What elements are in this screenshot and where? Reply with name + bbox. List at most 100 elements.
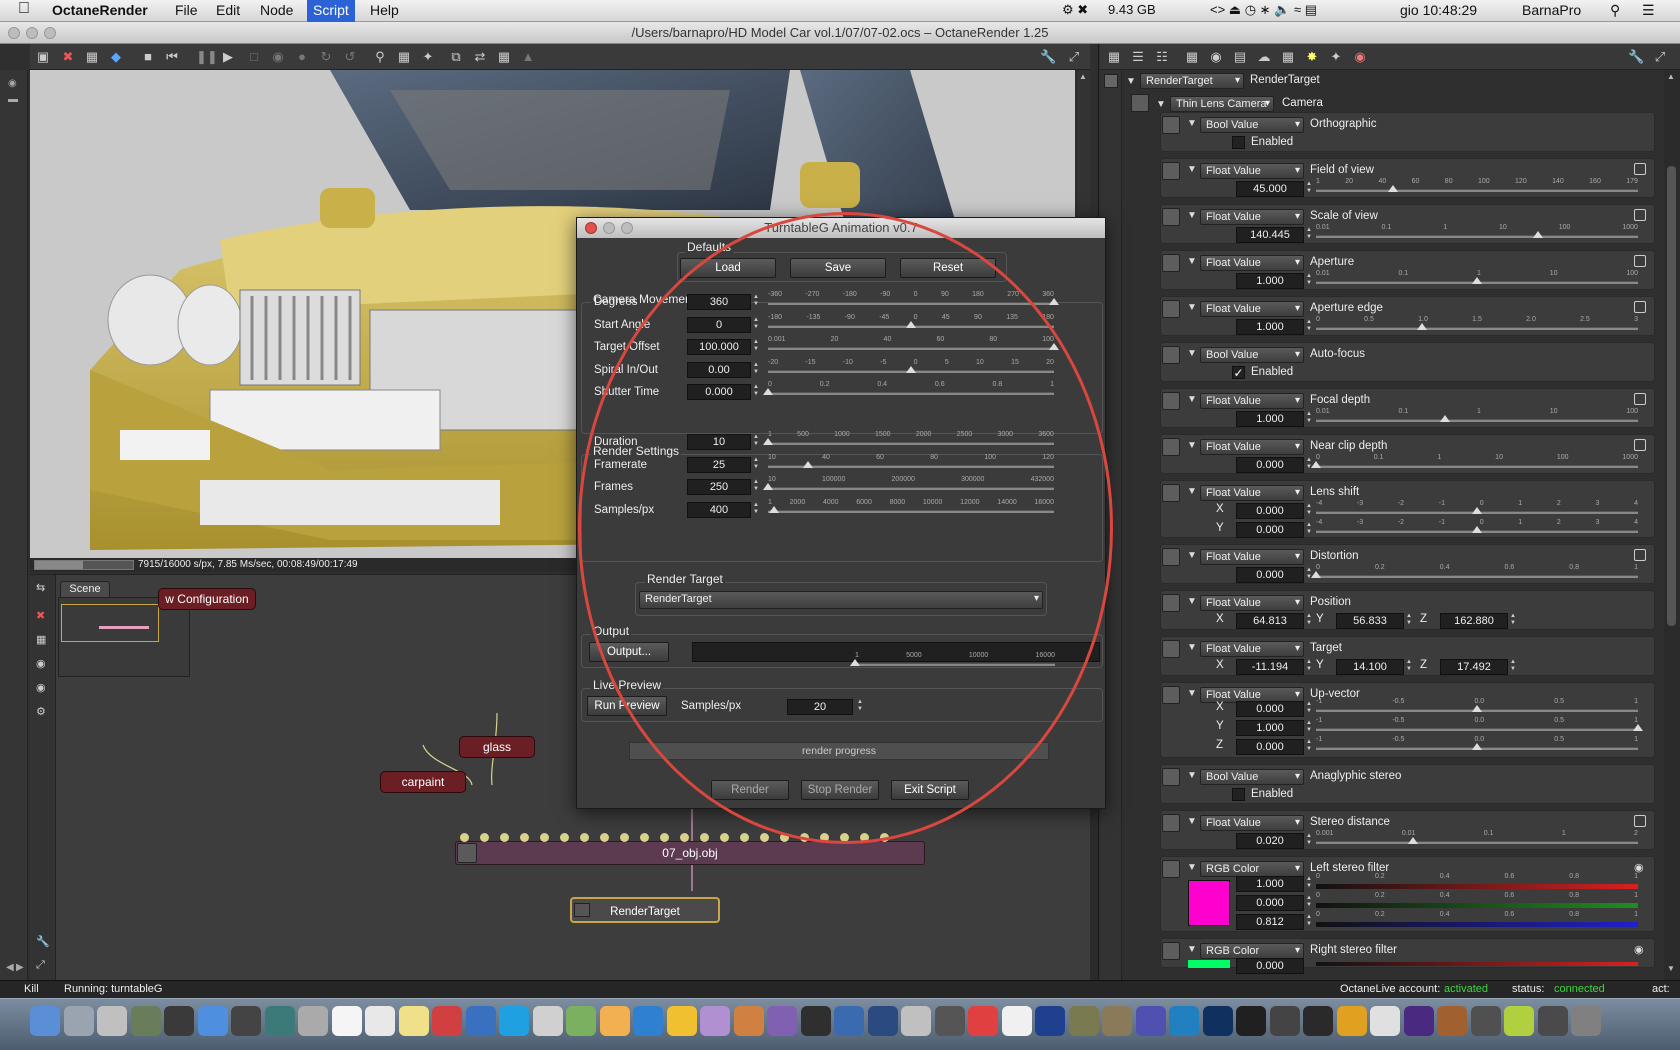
menu-file[interactable]: File: [175, 2, 198, 18]
copy-icon[interactable]: ⧉: [448, 49, 464, 65]
dock-app-icon[interactable]: [767, 1006, 797, 1036]
dock-app-icon[interactable]: [264, 1006, 295, 1036]
expand-param-icon[interactable]: ▼: [1187, 210, 1197, 221]
output-button[interactable]: Output...: [589, 642, 669, 662]
param-value-field[interactable]: 45.000: [1236, 181, 1304, 197]
mesh-pin[interactable]: [820, 833, 829, 842]
mesh-pin[interactable]: [780, 833, 789, 842]
param-spinner[interactable]: ▲ ▼: [1306, 503, 1314, 519]
camera-tool-icon[interactable]: ◉: [8, 78, 17, 89]
inspector-tree-icon[interactable]: ☷: [1154, 49, 1170, 65]
render-param-slider-thumb[interactable]: [763, 438, 773, 445]
mesh-pin[interactable]: [640, 833, 649, 842]
select-region-icon[interactable]: ▦: [396, 49, 412, 65]
zoom-icon[interactable]: ⚲: [372, 49, 388, 65]
preview-samples-field[interactable]: 20: [787, 699, 853, 715]
expand-param-icon[interactable]: ▼: [1187, 862, 1197, 873]
clock[interactable]: gio 10:48:29: [1400, 2, 1477, 18]
dock-app-icon[interactable]: [1571, 1006, 1601, 1036]
node-carpaint[interactable]: carpaint: [380, 771, 466, 793]
param-slider-thumb[interactable]: [1439, 415, 1450, 422]
dock-app-icon[interactable]: [1236, 1006, 1266, 1036]
param-slider-thumb[interactable]: [1417, 323, 1428, 330]
apple-icon[interactable]: : [18, 0, 30, 18]
param-spinner[interactable]: ▲ ▼: [1306, 914, 1314, 930]
camera-param-spinner[interactable]: ▲ ▼: [753, 384, 761, 400]
inspector-effects-icon[interactable]: ◉: [1352, 49, 1368, 65]
expand-param-icon[interactable]: ▼: [1187, 348, 1197, 359]
camera-param-spinner[interactable]: ▲ ▼: [753, 362, 761, 378]
expand-param-icon[interactable]: ▼: [1187, 596, 1197, 607]
param-x-field[interactable]: -11.194: [1236, 659, 1304, 675]
dock-app-icon[interactable]: [1169, 1006, 1199, 1036]
param-spinner[interactable]: ▲ ▼: [1306, 701, 1314, 717]
expand-param-icon[interactable]: ▼: [1187, 302, 1197, 313]
param-type-dropdown[interactable]: Float Value: [1200, 209, 1304, 225]
param-curve-icon[interactable]: [1634, 255, 1646, 267]
dock-app-icon[interactable]: [465, 1006, 496, 1036]
param-spinner[interactable]: ▲ ▼: [1306, 522, 1314, 538]
param-spinner[interactable]: ▲ ▼: [1406, 613, 1414, 629]
spotlight-icon[interactable]: ⚲: [1610, 2, 1620, 19]
param-curve-icon[interactable]: [1634, 815, 1646, 827]
mesh-pin[interactable]: [620, 833, 629, 842]
inspector-env-icon[interactable]: ☁: [1256, 49, 1272, 65]
dock-app-icon[interactable]: [1336, 1006, 1367, 1036]
param-curve-icon[interactable]: [1634, 209, 1646, 221]
dock-app-icon[interactable]: [1102, 1006, 1132, 1036]
param-type-dropdown[interactable]: Bool Value: [1200, 347, 1304, 363]
param-spinner[interactable]: ▲ ▼: [1306, 659, 1314, 675]
param-z-field[interactable]: 0.000: [1236, 739, 1304, 755]
render-button[interactable]: Render: [711, 780, 789, 800]
param-value-field[interactable]: 1.000: [1236, 273, 1304, 289]
dock-app-icon[interactable]: [532, 1006, 563, 1036]
param-type-dropdown[interactable]: Float Value: [1200, 255, 1304, 271]
render-param-spinner[interactable]: ▲ ▼: [753, 457, 761, 473]
rotate2-icon[interactable]: ↺: [342, 49, 358, 65]
mesh-pin[interactable]: [540, 833, 549, 842]
param-slider-track[interactable]: [1316, 465, 1638, 468]
notification-center-icon[interactable]: ☰: [1642, 2, 1655, 19]
camera-param-slider-thumb[interactable]: [906, 320, 916, 328]
inspector-scroll-up-icon[interactable]: ▲: [1667, 72, 1675, 81]
param-curve-icon[interactable]: [1634, 439, 1646, 451]
camera-param-slider-thumb[interactable]: [1049, 343, 1059, 350]
inspector-kernel-icon[interactable]: ✦: [1328, 49, 1344, 65]
stop-render-button[interactable]: Stop Render: [801, 780, 879, 800]
inspector-fullscreen-icon[interactable]: ⤢: [1652, 49, 1668, 65]
inspector-scrollbar[interactable]: ▲ ▼: [1664, 70, 1680, 980]
param-type-dropdown[interactable]: Float Value: [1200, 485, 1304, 501]
memory-indicator[interactable]: 9.43 GB: [1108, 2, 1156, 17]
preview-samples-track[interactable]: [855, 663, 1055, 666]
next-arrow-icon[interactable]: ▶: [16, 962, 24, 973]
param-spinner[interactable]: ▲ ▼: [1306, 613, 1314, 629]
param-spinner[interactable]: ▲ ▼: [1306, 319, 1314, 335]
param-x-field[interactable]: 64.813: [1236, 613, 1304, 629]
status-tools-icon[interactable]: ⚙ ✖: [1062, 2, 1088, 18]
camera-param-slider-track[interactable]: [768, 347, 1054, 350]
param-slider-y-thumb[interactable]: [1472, 526, 1482, 533]
render-param-slider-thumb[interactable]: [763, 483, 773, 490]
close-window-button[interactable]: [8, 27, 20, 39]
dock-app-icon[interactable]: [700, 1006, 730, 1036]
play-icon[interactable]: ▶: [220, 49, 236, 65]
camera-param-field[interactable]: 100.000: [687, 339, 751, 355]
channel-gradient[interactable]: [1316, 903, 1638, 908]
inspector-snapshot-icon[interactable]: ▦: [1106, 49, 1122, 65]
param-slider-track[interactable]: [1316, 841, 1638, 844]
mesh-pin[interactable]: [760, 833, 769, 842]
expand-param-icon[interactable]: ▼: [1187, 440, 1197, 451]
dock-app-icon[interactable]: [231, 1006, 261, 1036]
param-spinner[interactable]: ▲ ▼: [1306, 227, 1314, 243]
param-x-field[interactable]: 0.000: [1236, 701, 1304, 717]
param-b-field[interactable]: 0.812: [1236, 914, 1304, 930]
camera-param-spinner[interactable]: ▲ ▼: [753, 294, 761, 310]
render-param-slider-track[interactable]: [768, 442, 1054, 445]
dock-app-icon[interactable]: [1035, 1006, 1065, 1036]
param-slider-track[interactable]: [1316, 419, 1638, 422]
mesh-pin[interactable]: [500, 833, 509, 842]
param-y-field[interactable]: 1.000: [1236, 720, 1304, 736]
dock-app-icon[interactable]: [1135, 1006, 1166, 1036]
param-spinner[interactable]: ▲ ▼: [1306, 833, 1314, 849]
mesh-pin[interactable]: [600, 833, 609, 842]
